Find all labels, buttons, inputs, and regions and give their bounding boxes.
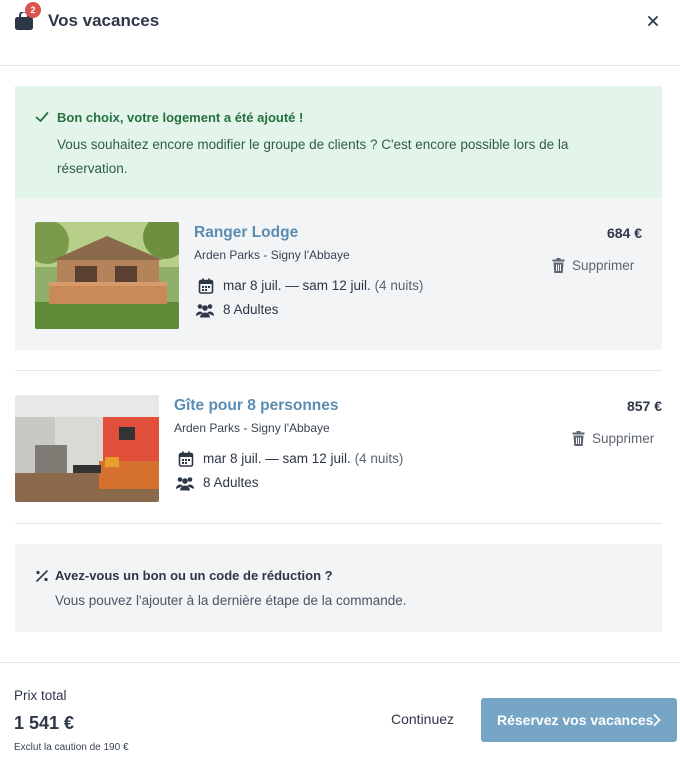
guests-icon bbox=[175, 477, 195, 491]
success-message: Vous souhaitez encore modifier le groupe… bbox=[57, 137, 569, 176]
stay-dates: mar 8 juil. — sam 12 juil. (4 nuits) bbox=[203, 451, 403, 466]
check-icon bbox=[35, 112, 49, 122]
stay-dates-text: mar 8 juil. — sam 12 juil. bbox=[203, 451, 351, 466]
calendar-icon bbox=[178, 451, 194, 467]
success-banner: Bon choix, votre logement a été ajouté !… bbox=[15, 86, 662, 198]
property-location: Arden Parks - Signy l'Abbaye bbox=[174, 421, 330, 435]
gite-photo bbox=[15, 395, 159, 502]
total-price: 1 541 € bbox=[14, 713, 75, 733]
guest-count: 8 Adultes bbox=[203, 475, 259, 490]
continue-button[interactable]: Continuez bbox=[391, 711, 454, 727]
discount-code-notice: Avez-vous un bon ou un code de réduction… bbox=[15, 544, 662, 632]
success-title: Bon choix, votre logement a été ajouté ! bbox=[57, 110, 304, 125]
ranger-lodge-photo bbox=[35, 222, 179, 329]
trash-icon bbox=[572, 431, 585, 446]
guest-count: 8 Adultes bbox=[223, 302, 279, 317]
remove-label: Supprimer bbox=[572, 258, 635, 273]
page-title: Vos vacances bbox=[48, 11, 160, 30]
divider bbox=[15, 523, 662, 524]
cart-count-badge: 2 bbox=[25, 2, 41, 18]
calendar-icon bbox=[198, 278, 214, 294]
total-label: Prix total bbox=[14, 688, 67, 703]
stay-dates-text: mar 8 juil. — sam 12 juil. bbox=[223, 278, 371, 293]
deposit-note: Exclut la caution de 190 € bbox=[14, 742, 129, 753]
guests-icon bbox=[195, 304, 215, 318]
item-price: 684 € bbox=[606, 225, 642, 241]
stay-nights: (4 nuits) bbox=[354, 451, 404, 466]
remove-item-button[interactable]: Supprimer bbox=[552, 258, 634, 273]
book-vacation-button[interactable]: Réservez vos vacances bbox=[481, 698, 677, 742]
book-vacation-label: Réservez vos vacances bbox=[497, 712, 654, 728]
property-location: Arden Parks - Signy l'Abbaye bbox=[194, 248, 350, 262]
remove-label: Supprimer bbox=[592, 431, 655, 446]
item-price: 857 € bbox=[626, 398, 662, 414]
chevron-right-icon bbox=[653, 714, 661, 726]
close-icon[interactable] bbox=[644, 12, 662, 30]
discount-text: Vous pouvez l'ajouter à la dernière étap… bbox=[55, 593, 407, 608]
property-name-link[interactable]: Gîte pour 8 personnes bbox=[174, 397, 339, 415]
divider bbox=[15, 370, 662, 371]
remove-item-button[interactable]: Supprimer bbox=[572, 431, 654, 446]
discount-title: Avez-vous un bon ou un code de réduction… bbox=[55, 568, 333, 583]
cart-footer: Prix total 1 541 € Exclut la caution de … bbox=[0, 662, 680, 763]
trash-icon bbox=[552, 258, 565, 273]
percent-icon bbox=[36, 570, 48, 582]
stay-dates: mar 8 juil. — sam 12 juil. (4 nuits) bbox=[223, 278, 423, 293]
stay-nights: (4 nuits) bbox=[374, 278, 424, 293]
property-name-link[interactable]: Ranger Lodge bbox=[194, 224, 298, 242]
cart-header: 2 Vos vacances bbox=[0, 0, 680, 66]
